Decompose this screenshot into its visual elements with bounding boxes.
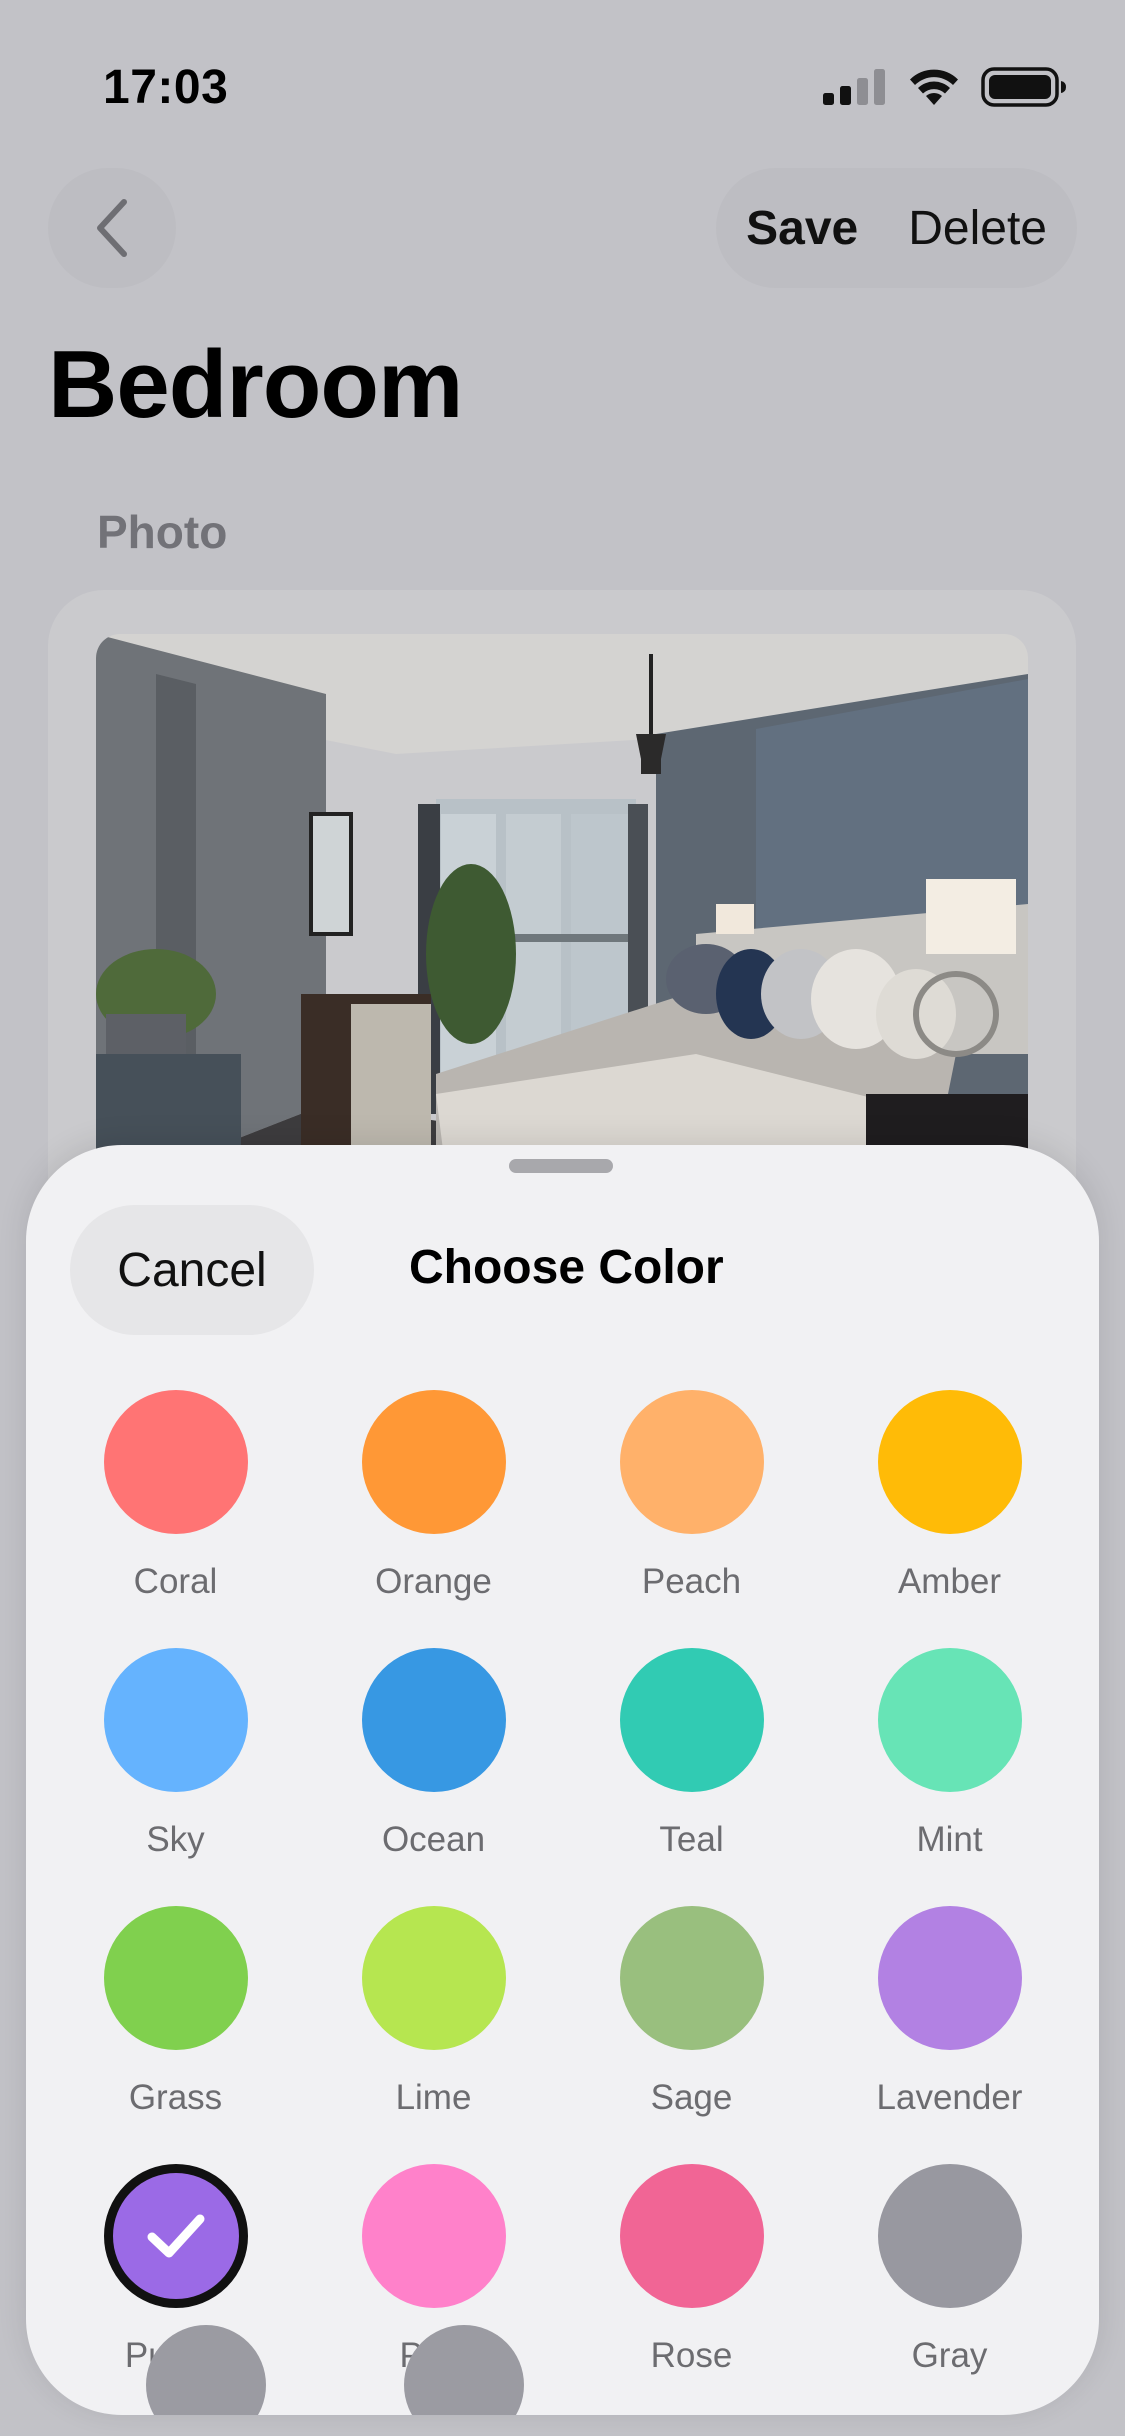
color-swatch-grass[interactable]: Grass — [47, 1906, 305, 2118]
color-label: Amber — [897, 1562, 1002, 1601]
color-dot[interactable] — [877, 1906, 1022, 2050]
color-label: Gray — [911, 2336, 988, 2375]
color-dot[interactable] — [361, 1648, 506, 1792]
color-label: Lime — [395, 2078, 472, 2117]
color-dot[interactable] — [877, 2164, 1022, 2308]
color-dot[interactable] — [619, 2164, 764, 2308]
color-swatch-ocean[interactable]: Ocean — [305, 1648, 563, 1860]
color-dot[interactable] — [103, 1648, 248, 1792]
sheet-title: Choose Color — [409, 1241, 724, 1294]
wifi-icon — [910, 69, 958, 105]
delete-button[interactable]: Delete — [908, 201, 1047, 256]
chevron-left-icon — [97, 199, 127, 257]
color-dot[interactable] — [877, 1648, 1022, 1792]
color-label: Sage — [650, 2078, 733, 2117]
color-swatch-amber[interactable]: Amber — [821, 1390, 1079, 1602]
color-dot[interactable] — [361, 1906, 506, 2050]
color-dot[interactable] — [103, 1390, 248, 1534]
color-label: Peach — [641, 1562, 742, 1601]
color-swatch-peach[interactable]: Peach — [563, 1390, 821, 1602]
save-button[interactable]: Save — [746, 201, 858, 256]
color-swatch-teal[interactable]: Teal — [563, 1648, 821, 1860]
color-swatch-sage[interactable]: Sage — [563, 1906, 821, 2118]
cancel-button[interactable]: Cancel — [70, 1205, 314, 1335]
battery-icon — [981, 67, 1066, 107]
nav-actions: Save Delete — [716, 168, 1077, 288]
page-title: Bedroom — [48, 331, 463, 438]
status-bar: 17:03 — [0, 0, 1125, 130]
color-label: Sky — [146, 1820, 205, 1859]
nav-bar: Save Delete — [0, 160, 1125, 288]
color-dot[interactable] — [619, 1648, 764, 1792]
color-label: Grass — [128, 2078, 223, 2117]
color-label: Coral — [133, 1562, 218, 1601]
color-swatch-mint[interactable]: Mint — [821, 1648, 1079, 1860]
color-grid: Coral Orange Peach Amber Sky Ocean Teal Mint Gra… — [26, 1390, 1099, 2376]
color-swatch-lavender[interactable]: Lavender — [821, 1906, 1079, 2118]
color-label: Orange — [375, 1562, 492, 1601]
color-dot[interactable] — [619, 1906, 764, 2050]
checkmark-icon — [147, 2214, 204, 2258]
color-label: Rose — [650, 2336, 733, 2375]
color-label: Lavender — [876, 2078, 1023, 2117]
photo-section-label: Photo — [97, 506, 228, 558]
status-time: 17:03 — [103, 61, 229, 114]
color-swatch-orange[interactable]: Orange — [305, 1390, 563, 1602]
cellular-signal-icon — [823, 69, 885, 105]
color-swatch-coral[interactable]: Coral — [47, 1390, 305, 1602]
color-dot[interactable] — [877, 1390, 1022, 1534]
color-dot[interactable] — [103, 1906, 248, 2050]
color-label: Ocean — [381, 1820, 486, 1859]
back-button[interactable] — [48, 168, 176, 288]
color-dot[interactable] — [361, 2164, 506, 2308]
color-swatch-gray[interactable]: Gray — [821, 2164, 1079, 2376]
color-label: Mint — [916, 1820, 983, 1859]
color-label: Teal — [659, 1820, 724, 1859]
color-swatch-lime[interactable]: Lime — [305, 1906, 563, 2118]
sheet-grabber[interactable] — [509, 1159, 613, 1173]
choose-color-sheet: Cancel Choose Color Coral Orange Peach Ambe… — [26, 1145, 1099, 2415]
color-swatch-sky[interactable]: Sky — [47, 1648, 305, 1860]
color-dot[interactable] — [619, 1390, 764, 1534]
color-dot[interactable] — [361, 1390, 506, 1534]
color-dot[interactable] — [103, 2164, 248, 2308]
status-icons — [823, 66, 1067, 108]
color-swatch-rose[interactable]: Rose — [563, 2164, 821, 2376]
